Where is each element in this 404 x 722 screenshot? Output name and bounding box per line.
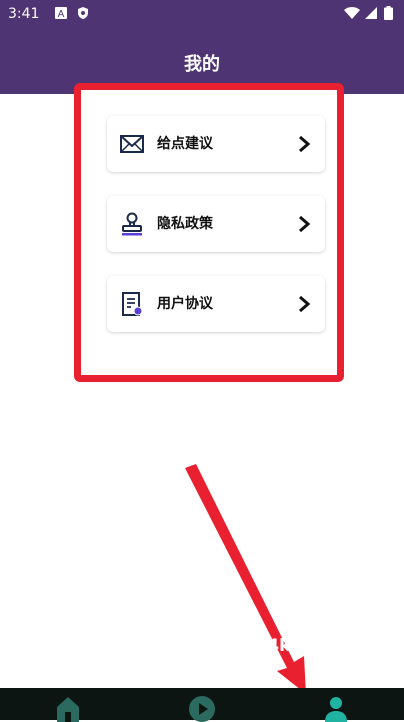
play-icon [189, 696, 215, 722]
envelope-icon [120, 135, 144, 153]
menu-item-label: 用户协议 [157, 296, 213, 312]
user-icon [325, 697, 347, 722]
nav-profile[interactable] [306, 688, 366, 722]
chevron-right-icon [299, 295, 311, 313]
page-title: 我的 [184, 54, 220, 75]
header: 3:41 A 我的 [0, 0, 404, 94]
watermark-text: k4k [256, 636, 291, 656]
menu-item-label: 给点建议 [157, 136, 213, 152]
notification-a-icon: A [55, 7, 67, 20]
home-icon [57, 697, 79, 722]
status-time: 3:41 [8, 6, 40, 22]
menu-item-privacy-policy[interactable]: 隐私政策 [107, 196, 325, 252]
chevron-right-icon [299, 215, 311, 233]
shield-icon [78, 7, 88, 19]
svg-text:A: A [58, 9, 65, 20]
battery-icon [384, 6, 393, 20]
status-bar: 3:41 A [0, 0, 404, 28]
nav-play[interactable] [172, 688, 232, 722]
document-icon [122, 292, 143, 316]
chevron-right-icon [299, 135, 311, 153]
nav-home[interactable] [38, 688, 98, 722]
menu-item-label: 隐私政策 [157, 216, 213, 232]
menu-item-user-agreement[interactable]: 用户协议 [107, 276, 325, 332]
signal-icon [365, 7, 377, 19]
wifi-icon [344, 7, 360, 19]
bottom-nav [0, 688, 404, 722]
stamp-icon [122, 212, 142, 236]
menu-item-feedback[interactable]: 给点建议 [107, 116, 325, 172]
